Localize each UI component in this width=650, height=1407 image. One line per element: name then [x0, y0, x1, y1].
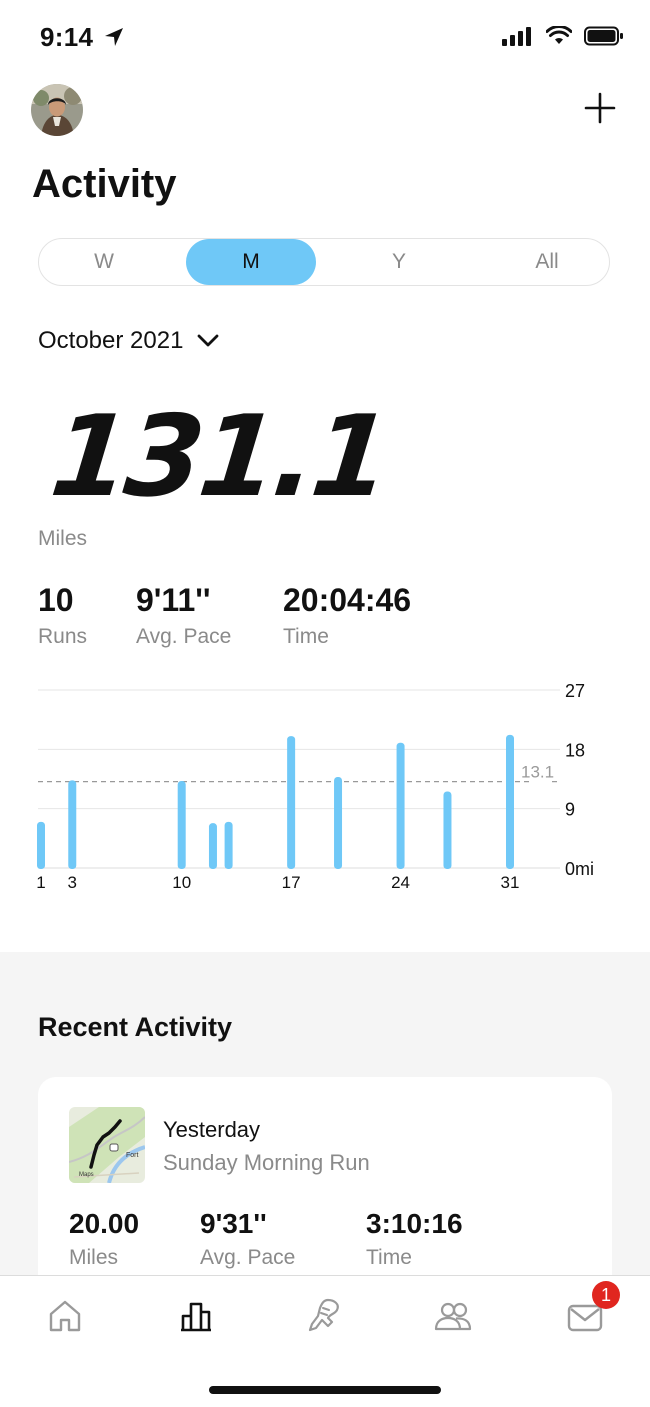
activity-miles-label: Miles [69, 1246, 119, 1269]
status-time-text: 9:14 [40, 22, 94, 52]
run-icon[interactable] [304, 1296, 344, 1336]
chart-average-label: 13.1 [521, 763, 554, 782]
activity-date: Yesterday [163, 1117, 261, 1142]
segment-week[interactable]: W [39, 239, 169, 285]
chart-y-tick-label: 27 [565, 681, 585, 701]
chart-x-tick-label: 10 [172, 873, 191, 892]
avatar-photo [31, 84, 83, 136]
runs-label: Runs [38, 625, 88, 648]
route-map-thumbnail: Fort Maps [69, 1107, 145, 1183]
activity-miles-value: 20.00 [69, 1208, 140, 1239]
segment-all[interactable]: All [482, 239, 612, 285]
status-bar-indicators [502, 26, 624, 46]
chart-x-tick-label: 3 [68, 873, 77, 892]
avg-pace-label: Avg. Pace [136, 625, 232, 648]
activity-pace-label: Avg. Pace [200, 1246, 296, 1269]
inbox-badge: 1 [592, 1281, 620, 1309]
club-icon[interactable] [433, 1296, 473, 1336]
period-segmented-control: W M Y All [38, 238, 610, 286]
segment-year[interactable]: Y [334, 239, 464, 285]
map-label-maps: Maps [79, 1172, 94, 1178]
chart-bar [334, 777, 343, 869]
chart-bar [37, 821, 45, 869]
status-bar-time: 9:14 [40, 22, 125, 53]
chart-y-tick-label: 0mi [565, 859, 594, 879]
chart-bar [506, 734, 514, 869]
home-indicator [209, 1386, 441, 1394]
month-label: October 2021 [38, 327, 184, 354]
avg-pace-value: 9'11'' [136, 582, 211, 618]
chart-x-tick-label: 17 [282, 873, 301, 892]
chart-x-tick-label: 31 [501, 873, 520, 892]
add-activity-button[interactable] [584, 92, 616, 124]
segment-month[interactable]: M [186, 239, 316, 285]
chart-bar [396, 742, 405, 869]
chart-y-tick-label: 18 [565, 740, 585, 760]
chart-bar [208, 823, 217, 869]
total-distance-unit: Miles [38, 527, 88, 550]
chart-bar [224, 821, 233, 869]
recent-activity-title: Recent Activity [38, 1012, 233, 1042]
map-label-fort: Fort [126, 1152, 139, 1159]
activity-name: Sunday Morning Run [163, 1150, 370, 1175]
time-value: 20:04:46 [283, 582, 412, 618]
home-icon[interactable] [45, 1296, 85, 1336]
activity-pace-value: 9'31'' [200, 1208, 267, 1239]
runs-count: 10 [38, 582, 74, 618]
month-selector[interactable]: October 2021 [38, 327, 219, 355]
total-distance-value: 131.1 [45, 392, 394, 522]
activity-time-label: Time [366, 1246, 412, 1269]
profile-avatar[interactable] [31, 84, 83, 136]
chart-y-tick-label: 9 [565, 800, 575, 820]
activity-time-value: 3:10:16 [366, 1208, 463, 1239]
chart-bar [443, 791, 452, 869]
chart-bar [68, 780, 77, 869]
location-arrow-icon [104, 28, 123, 46]
chart-bar [287, 736, 296, 869]
chart-x-tick-label: 1 [36, 873, 45, 892]
activity-chart-icon[interactable] [176, 1296, 216, 1336]
cellular-signal-icon [502, 27, 531, 46]
time-label: Time [283, 625, 329, 648]
chevron-down-icon [198, 334, 219, 347]
chart-x-tick-label: 24 [391, 873, 410, 892]
chart-bar [177, 780, 186, 869]
wifi-icon [546, 26, 572, 44]
battery-icon [584, 26, 623, 46]
monthly-distance-chart: 27 18 9 0mi 13.1 1 3 10 17 24 31 [36, 681, 594, 892]
page-title: Activity [32, 162, 177, 206]
